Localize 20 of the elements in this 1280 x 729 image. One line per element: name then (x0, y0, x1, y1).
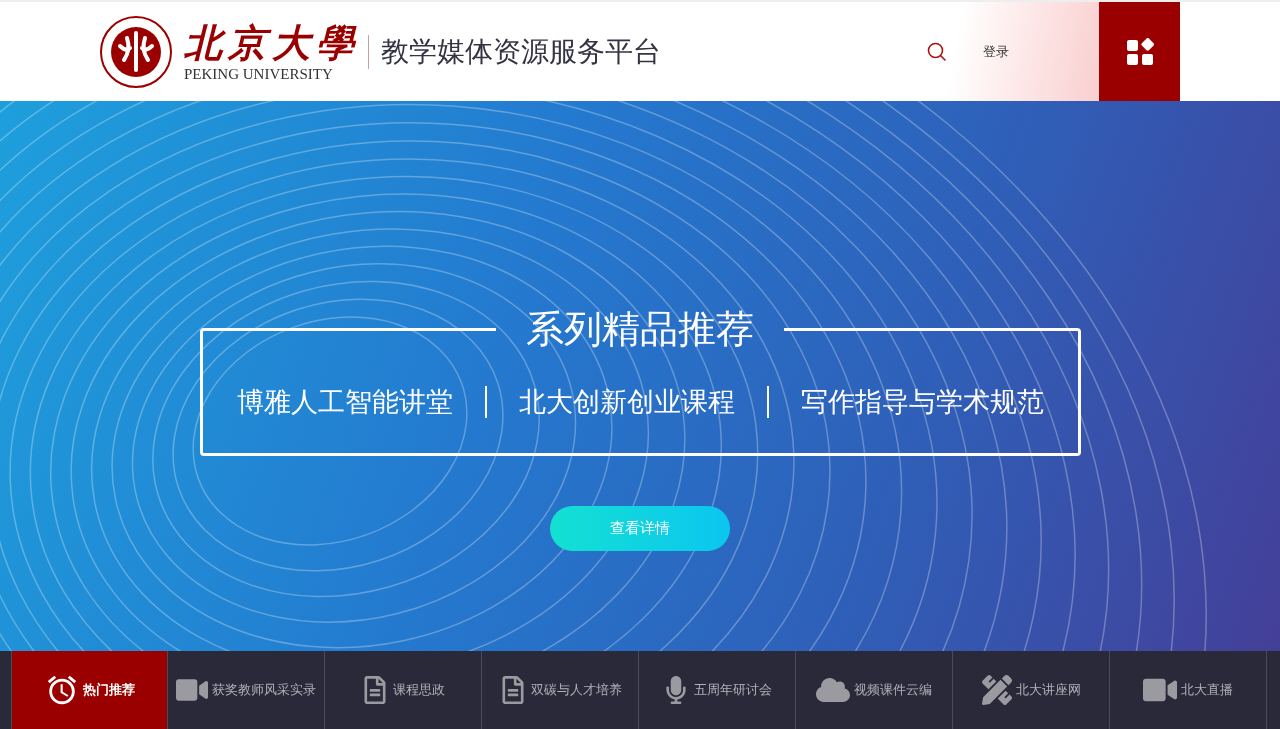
category-tab[interactable]: 获奖教师风采实录 (168, 651, 325, 729)
apps-menu-button[interactable] (1099, 2, 1180, 101)
series-name: 博雅人工智能讲堂 (236, 385, 453, 419)
search-icon[interactable] (927, 41, 947, 62)
platform-title: 教学媒体资源服务平台 (381, 33, 661, 70)
category-tab[interactable]: 热门推荐 (11, 651, 168, 729)
logo-english-name: PEKING UNIVERSITY (184, 64, 333, 83)
series-name: 北大创新创业课程 (518, 385, 735, 419)
category-tab[interactable]: 北大讲座网 (953, 651, 1110, 729)
grid-icon (1125, 37, 1154, 66)
logo-chinese-name: 北京大學 (184, 20, 360, 65)
pencil-ruler-icon (981, 675, 1012, 705)
category-tab[interactable]: 视频课件云编 (796, 651, 953, 729)
series-name: 写作指导与学术规范 (800, 385, 1044, 419)
category-tab[interactable]: 五周年研讨会 (639, 651, 796, 729)
banner-title: 系列精品推荐 (525, 307, 755, 351)
category-tab[interactable]: 北大直播 (1110, 651, 1267, 729)
category-tab[interactable]: 课程思政 (325, 651, 482, 729)
login-link[interactable]: 登录 (983, 42, 1009, 61)
category-tab[interactable]: 双碳与人才培养 (482, 651, 639, 729)
